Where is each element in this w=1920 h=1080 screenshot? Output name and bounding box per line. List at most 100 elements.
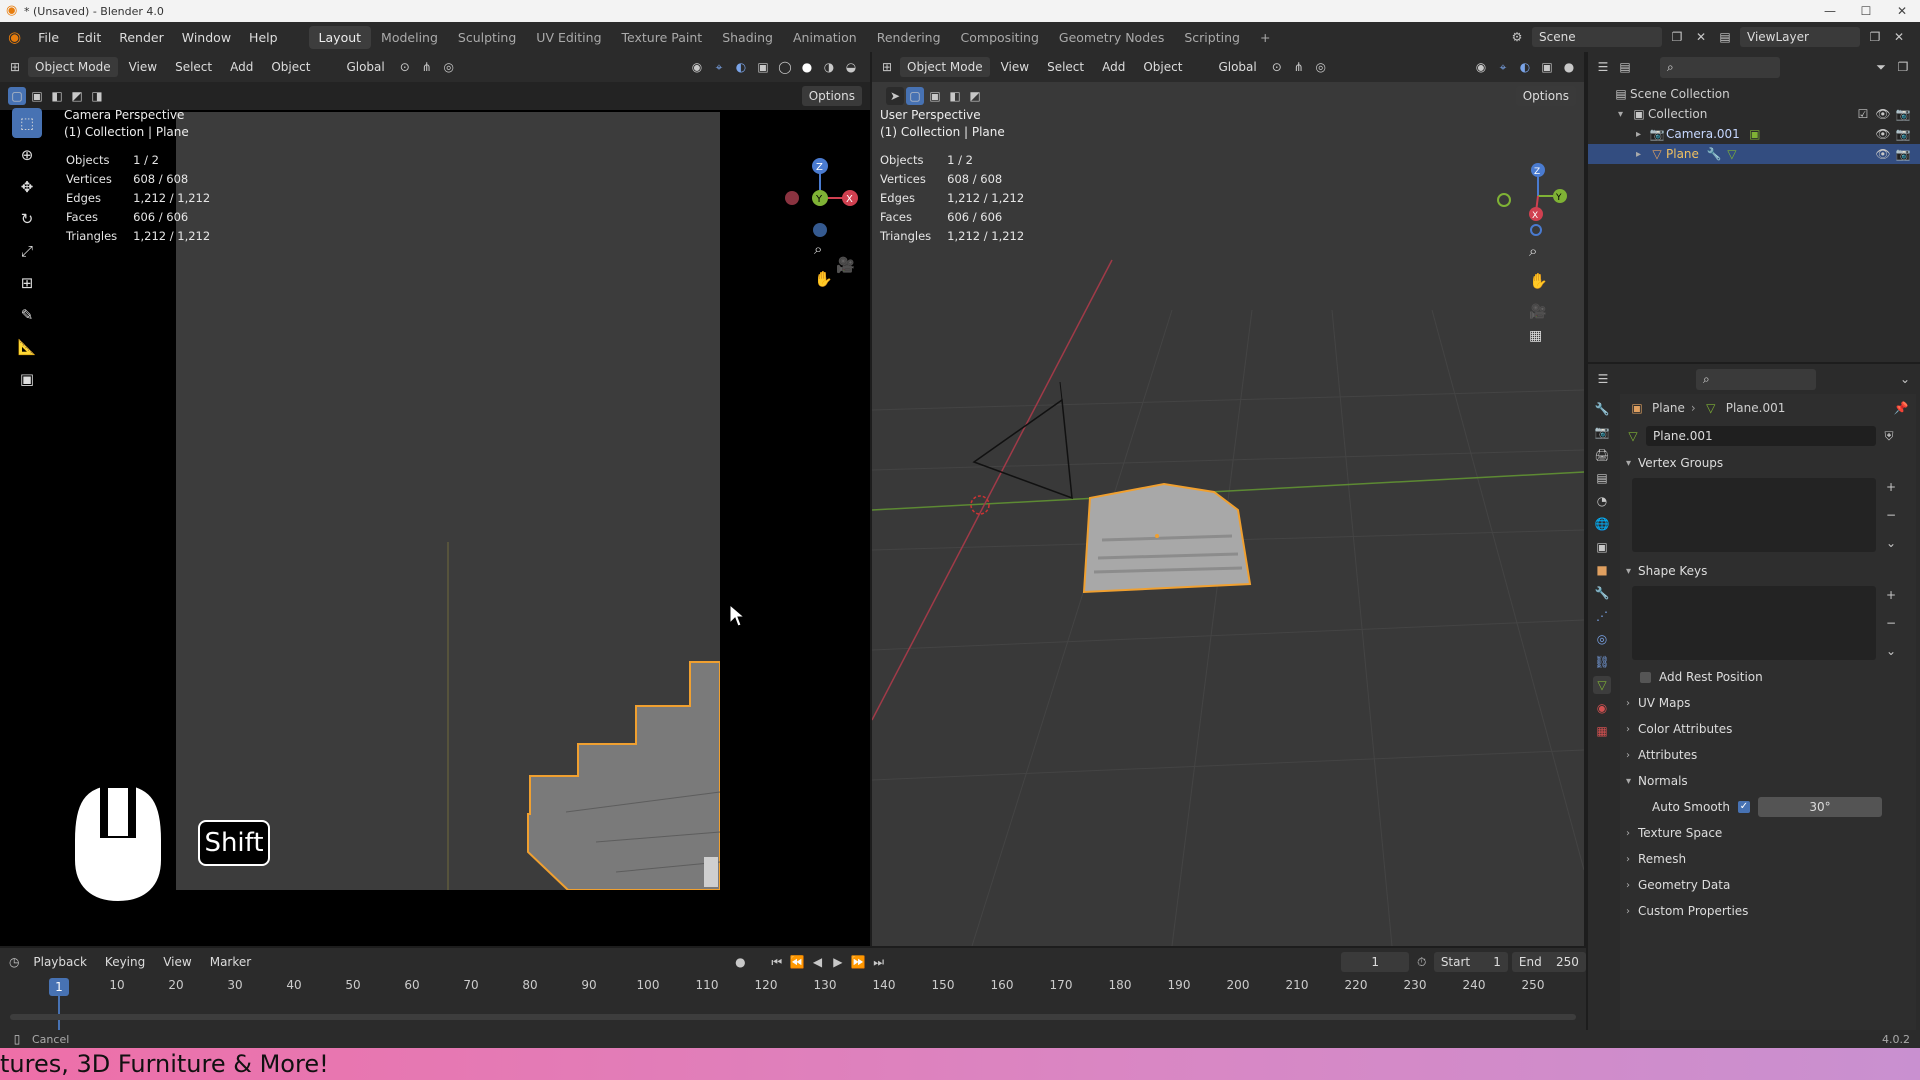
timeline-menu-playback[interactable]: Playback	[26, 952, 94, 972]
add-rest-position-checkbox[interactable]	[1640, 671, 1651, 683]
gizmo-icon[interactable]: ⌖	[1494, 58, 1512, 76]
transform-orientation-left[interactable]: Global	[339, 57, 391, 77]
material-tab-icon[interactable]: ◉	[1593, 699, 1611, 717]
camera-viewport[interactable]: ⊞ Object Mode View Select Add Object Glo…	[0, 52, 870, 946]
viewport-right-menu-object[interactable]: Object	[1136, 57, 1189, 77]
auto-smooth-angle-field[interactable]: 30°	[1757, 797, 1882, 817]
view-layer-tab-icon[interactable]: ▤	[1593, 469, 1611, 487]
normals-header[interactable]: ▾ Normals	[1620, 768, 1916, 794]
workspace-tab-shading[interactable]: Shading	[712, 26, 783, 49]
filter-icon[interactable]: ⏷	[1872, 58, 1890, 76]
view-layer-selector[interactable]: ViewLayer	[1740, 27, 1860, 47]
outliner-item-camera[interactable]: ▸ 📷 Camera.001 ▣ 👁 📷	[1588, 124, 1920, 144]
chevron-down-icon[interactable]: ⌄	[1882, 534, 1900, 552]
wireframe-shading-icon[interactable]: ◯	[776, 58, 794, 76]
geometry-data-header[interactable]: › Geometry Data	[1620, 872, 1916, 898]
world-tab-icon[interactable]: 🌐	[1593, 515, 1611, 533]
navigation-gizmo-right[interactable]: Z Y X ⌕ ✋ 🎥 ▦	[1492, 102, 1578, 342]
workspace-tab-texture-paint[interactable]: Texture Paint	[612, 26, 713, 49]
menu-edit[interactable]: Edit	[68, 30, 110, 45]
overlay-icon[interactable]: ◐	[732, 58, 750, 76]
fake-user-shield-icon[interactable]: ⛨	[1880, 427, 1898, 445]
timeline-menu-marker[interactable]: Marker	[203, 952, 258, 972]
eye-icon[interactable]: 👁	[1874, 145, 1892, 163]
workspace-tab-compositing[interactable]: Compositing	[951, 26, 1049, 49]
next-keyframe-icon[interactable]: ⏩	[850, 953, 866, 971]
menu-window[interactable]: Window	[173, 30, 240, 45]
eye-icon[interactable]: 👁	[1874, 105, 1892, 123]
select-new-icon[interactable]: ▢	[8, 87, 26, 105]
select-box-tool-icon[interactable]: ⬚	[12, 108, 42, 138]
play-icon[interactable]: ▶	[830, 953, 846, 971]
select-subtract-icon[interactable]: ◧	[946, 87, 964, 105]
scene-collection-row[interactable]: ▤ Scene Collection	[1588, 84, 1920, 104]
menu-render[interactable]: Render	[110, 30, 173, 45]
chevron-down-icon[interactable]: ▾	[1618, 109, 1630, 120]
timeline-scrollbar[interactable]	[10, 1014, 1576, 1020]
render-camera-icon[interactable]: 📷	[1894, 105, 1912, 123]
timeline-menu-view[interactable]: View	[156, 952, 198, 972]
visibility-icon[interactable]: ◉	[1472, 58, 1490, 76]
user-viewport[interactable]: ⊞ Object Mode View Select Add Object Glo…	[872, 52, 1584, 946]
new-collection-icon[interactable]: ❐	[1894, 58, 1912, 76]
start-frame-field[interactable]: Start 1	[1433, 952, 1508, 972]
remesh-header[interactable]: › Remesh	[1620, 846, 1916, 872]
visibility-icon[interactable]: ◉	[688, 58, 706, 76]
xray-icon[interactable]: ▣	[754, 58, 772, 76]
snap-icon[interactable]: ⋔	[1290, 58, 1308, 76]
texture-space-header[interactable]: › Texture Space	[1620, 820, 1916, 846]
display-mode-icon[interactable]: ▤	[1616, 58, 1634, 76]
viewport-right-menu-select[interactable]: Select	[1040, 57, 1091, 77]
scene-icon[interactable]: ⚙	[1508, 28, 1526, 46]
select-tool-icon[interactable]: ➤	[886, 87, 904, 105]
rotate-tool-icon[interactable]: ↻	[12, 204, 42, 234]
scene-tab-icon[interactable]: ◔	[1593, 492, 1611, 510]
scale-tool-icon[interactable]: ⤢	[12, 236, 42, 266]
jump-start-icon[interactable]: ⏮	[769, 953, 785, 971]
select-intersect-icon[interactable]: ◨	[88, 87, 106, 105]
particles-tab-icon[interactable]: ⋰	[1593, 607, 1611, 625]
remove-icon[interactable]: −	[1882, 614, 1900, 632]
workspace-tab-layout[interactable]: Layout	[308, 25, 372, 49]
add-rest-position-row[interactable]: Add Rest Position	[1620, 664, 1916, 690]
camera-data-icon[interactable]: ▣	[1746, 125, 1764, 143]
pivot-icon[interactable]: ⊙	[1268, 58, 1286, 76]
mesh-name-field[interactable]: Plane.001	[1646, 426, 1876, 446]
workspace-tab-animation[interactable]: Animation	[783, 26, 867, 49]
jump-end-icon[interactable]: ⏭	[870, 953, 886, 971]
add-icon[interactable]: +	[1882, 586, 1900, 604]
play-reverse-icon[interactable]: ◀	[809, 953, 825, 971]
snap-icon[interactable]: ⋔	[418, 58, 436, 76]
physics-tab-icon[interactable]: ◎	[1593, 630, 1611, 648]
mesh-data-tab-icon[interactable]: ▽	[1593, 676, 1611, 694]
output-tab-icon[interactable]: 🖨	[1593, 446, 1611, 464]
viewport-right-menu-add[interactable]: Add	[1095, 57, 1132, 77]
select-extend-icon[interactable]: ▣	[926, 87, 944, 105]
add-cube-tool-icon[interactable]: ▣	[12, 364, 42, 394]
constraints-tab-icon[interactable]: ⛓	[1593, 653, 1611, 671]
modifier-wrench-icon[interactable]: 🔧	[1705, 145, 1723, 163]
viewport-left-menu-view[interactable]: View	[122, 57, 164, 77]
shape-keys-list[interactable]	[1632, 586, 1876, 660]
mesh-data-icon[interactable]: ▽	[1624, 427, 1642, 445]
transform-orientation-right[interactable]: Global	[1211, 57, 1263, 77]
timeline-ruler[interactable]: 10 20 30 40 50 60 70 80 90 100 110 120 130 140 150 160 1…	[0, 978, 1586, 998]
editor-type-icon[interactable]: ⊞	[878, 58, 896, 76]
workspace-tab-uv-editing[interactable]: UV Editing	[526, 26, 611, 49]
pivot-icon[interactable]: ⊙	[396, 58, 414, 76]
prev-keyframe-icon[interactable]: ⏪	[789, 953, 805, 971]
editor-type-icon[interactable]: ⊞	[6, 58, 24, 76]
overlay-icon[interactable]: ◐	[1516, 58, 1534, 76]
new-view-layer-icon[interactable]: ❐	[1866, 28, 1884, 46]
chevron-down-icon[interactable]: ⌄	[1896, 370, 1914, 388]
collection-tab-icon[interactable]: ▣	[1593, 538, 1611, 556]
editor-type-icon[interactable]: ☰	[1594, 370, 1612, 388]
workspace-tab-rendering[interactable]: Rendering	[867, 26, 951, 49]
workspace-tab-scripting[interactable]: Scripting	[1174, 26, 1250, 49]
cursor-tool-icon[interactable]: ⊕	[12, 140, 42, 170]
select-subtract-icon[interactable]: ◧	[48, 87, 66, 105]
blender-menu-icon[interactable]: ◉	[0, 28, 29, 46]
select-extend-icon[interactable]: ▣	[28, 87, 46, 105]
shading-icon[interactable]: ●	[1560, 58, 1578, 76]
minimize-icon[interactable]: —	[1812, 4, 1848, 18]
